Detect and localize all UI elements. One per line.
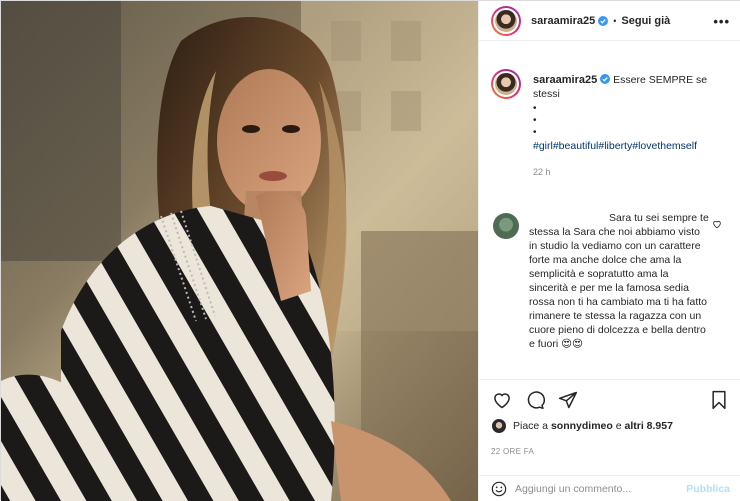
author-avatar[interactable] (491, 5, 521, 36)
likes-summary: Piace a sonnydimeo e altri 8.957 (491, 418, 673, 434)
bookmark-icon[interactable] (709, 390, 729, 410)
likes-prefix: Piace a (513, 420, 549, 432)
caption-bullet: • (533, 103, 537, 114)
liker-username[interactable]: sonnydimeo (551, 420, 613, 432)
comment-text-first: Sara tu sei (609, 212, 660, 224)
caption-hashtags[interactable]: #girl#beautiful#liberty#lovethemself (533, 139, 728, 153)
comment-input[interactable] (515, 482, 687, 495)
separator-dot: • (613, 15, 617, 26)
caption-avatar[interactable] (491, 69, 521, 99)
publish-button[interactable]: Pubblica (686, 483, 730, 495)
commenter-avatar[interactable] (493, 213, 519, 239)
comment-icon[interactable] (525, 390, 545, 410)
share-icon[interactable] (558, 390, 578, 410)
comment-like-icon[interactable] (712, 219, 722, 229)
more-options-icon[interactable]: ••• (713, 14, 730, 29)
author-username[interactable]: saraamira25 (531, 15, 595, 27)
caption-username[interactable]: saraamira25 (533, 74, 597, 86)
post-photo-illustration (1, 1, 478, 501)
likes-middle: e (615, 420, 622, 432)
post-sidebar: saraamira25 • Segui già ••• saraamira25 … (478, 1, 740, 501)
comment-text: Sara tu sei sempre te stessa la Sara che… (529, 211, 709, 351)
caption-time[interactable]: 22 h (533, 165, 728, 179)
emoji-icon[interactable] (491, 481, 507, 497)
add-comment-bar: Pubblica (479, 475, 740, 501)
heart-icon[interactable] (492, 390, 512, 410)
post-header: saraamira25 • Segui già ••• (479, 1, 740, 41)
post-photo[interactable] (1, 1, 478, 501)
comment-item: Sara tu sei sempre te stessa la Sara che… (491, 211, 736, 377)
caption-bullets: • • • (533, 103, 728, 139)
instagram-post: saraamira25 • Segui già ••• saraamira25 … (0, 0, 740, 501)
likes-count[interactable]: altri 8.957 (624, 420, 672, 432)
caption-body: saraamira25 Essere SEMPRE se stessi • • … (533, 73, 728, 179)
liker-avatar[interactable] (491, 418, 507, 434)
verified-badge-icon (600, 74, 611, 84)
verified-badge-icon (598, 15, 609, 26)
caption-bullet: • (533, 115, 537, 126)
follow-status-button[interactable]: Segui già (621, 15, 670, 27)
post-actions: Piace a sonnydimeo e altri 8.957 22 ORE … (479, 379, 740, 465)
comment-text-rest: sempre te stessa la Sara che noi abbiamo… (529, 212, 709, 350)
post-timestamp[interactable]: 22 ORE FA (491, 447, 534, 456)
caption-bullet: • (533, 127, 537, 138)
